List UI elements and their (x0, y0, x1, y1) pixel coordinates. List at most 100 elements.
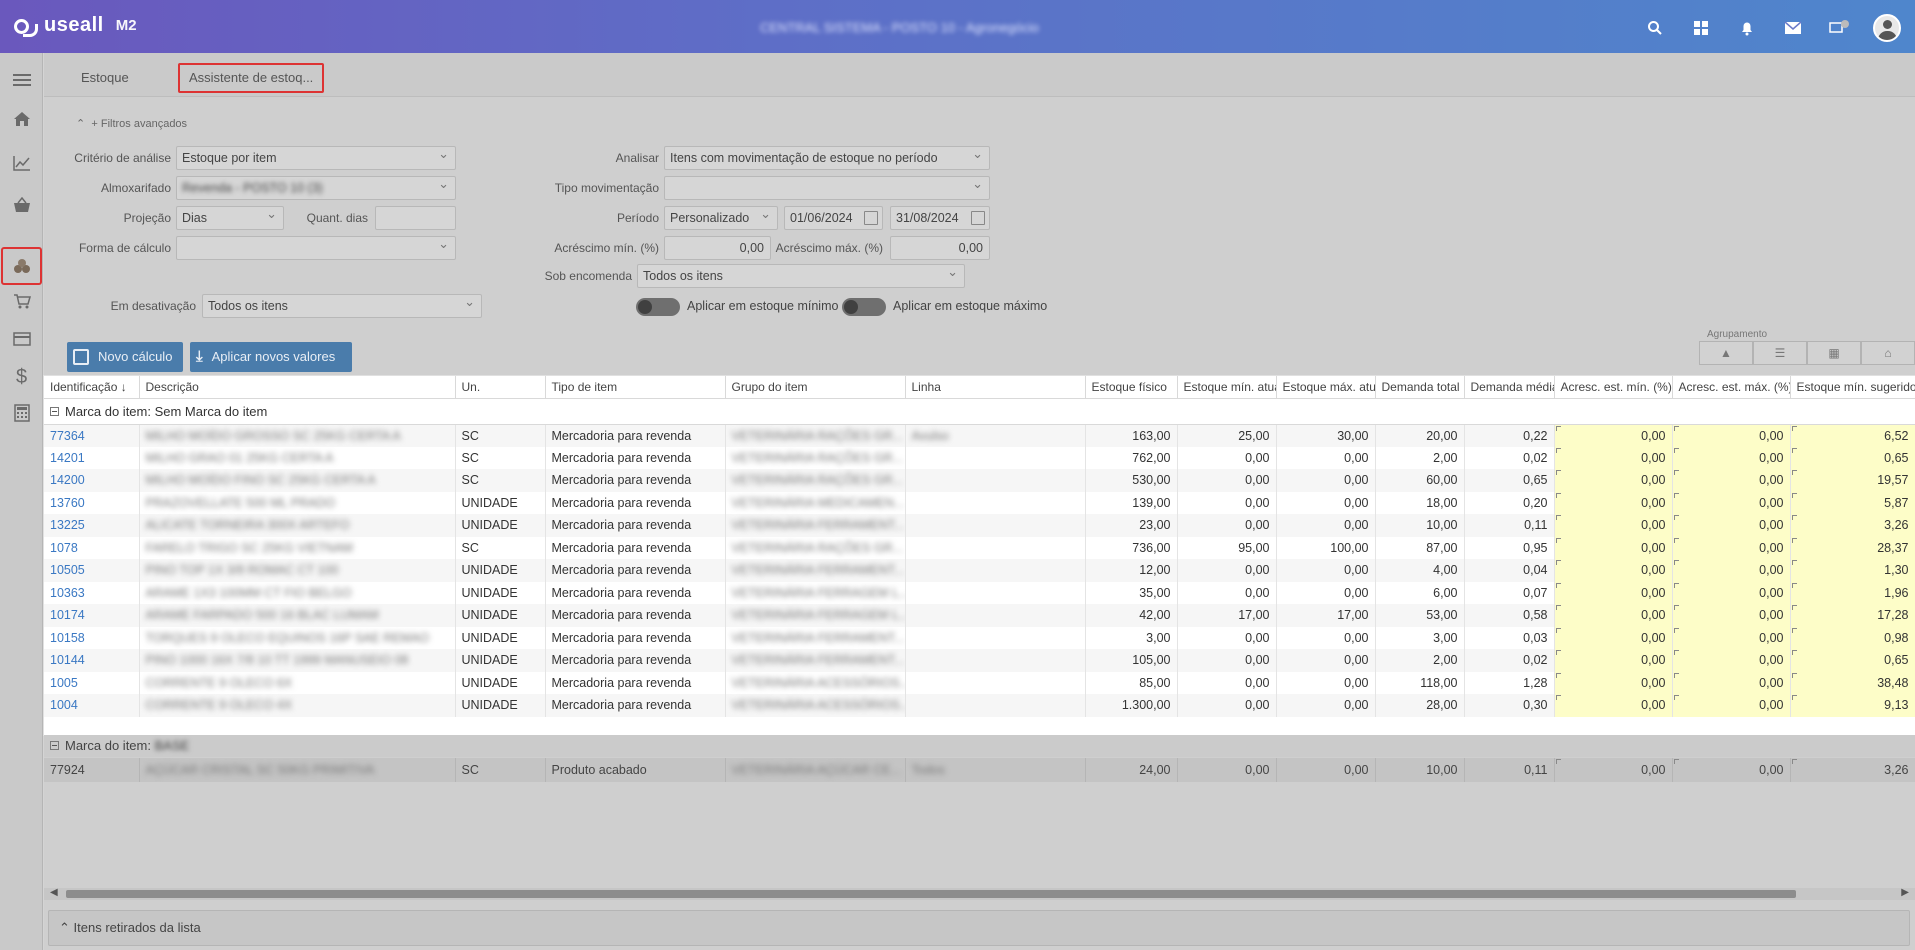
scrollbar-thumb[interactable] (66, 890, 1796, 898)
cell-identificacao[interactable]: 13225 (44, 514, 140, 537)
table-row[interactable]: 1005 CORRENTE 9 OLECO 6X UNIDADE Mercadoria… (44, 671, 1915, 694)
chart-icon[interactable] (0, 144, 43, 182)
cell-identificacao[interactable]: 10144 (44, 649, 140, 672)
scroll-right-icon[interactable]: ▶ (1901, 887, 1909, 898)
novo-calculo-button[interactable]: Novo cálculo (67, 342, 183, 372)
table-row[interactable]: 10158 TORQUES 9 OLECO EQUINOS 16P SAE REM… (44, 626, 1915, 649)
group-row-2[interactable]: Marca do item: BASE (44, 735, 1915, 757)
dollar-icon[interactable]: $ (0, 358, 43, 396)
table-row[interactable]: 14201 MILHO GRAO 01 25KG CERTA A SC Mercado… (44, 446, 1915, 469)
cell-identificacao[interactable]: 14201 (44, 446, 140, 469)
table-row[interactable]: 10363 ARAME 1X3 100MM CT FIO BELGO UNIDADE… (44, 581, 1915, 604)
menu-icon[interactable] (0, 61, 43, 99)
group-row[interactable]: Marca do item: Sem Marca do item (44, 398, 1915, 425)
group-tree-icon[interactable]: ▲ (1699, 341, 1753, 365)
cell-acresc-max[interactable]: 0,00 (1672, 424, 1791, 447)
stock-icon[interactable] (1, 247, 42, 285)
data-fim-input[interactable]: 31/08/2024 (890, 206, 990, 230)
col-descricao[interactable]: Descrição (139, 376, 456, 399)
table-row[interactable]: 10144 PINO 1000 16X 7/8 10 TT 1999 MANUSE… (44, 649, 1915, 672)
cell-acresc-min[interactable]: 0,00 (1554, 559, 1673, 582)
desativacao-select[interactable]: Todos os itens (202, 294, 482, 318)
table-row[interactable]: 1078 FARELO TRIGO SC 25KG VIETNAM SC Mercad… (44, 536, 1915, 559)
cell-estoque-min-sugerido[interactable]: 0,65 (1790, 446, 1915, 469)
cell-estoque-min-sugerido[interactable]: 17,28 (1790, 604, 1915, 627)
cell-identificacao[interactable]: 10363 (44, 581, 140, 604)
cell-acresc-max[interactable]: 0,00 (1672, 559, 1791, 582)
home-icon[interactable] (0, 100, 43, 138)
cell-estoque-min-sugerido[interactable]: 0,65 (1790, 649, 1915, 672)
tab-assistente-estoque[interactable]: Assistente de estoq... (178, 63, 325, 93)
cell-acresc-min[interactable]: 0,00 (1554, 446, 1673, 469)
cell-identificacao[interactable]: 10505 (44, 559, 140, 582)
forma-calculo-select[interactable] (176, 236, 456, 260)
col-tipo-item[interactable]: Tipo de item (545, 376, 726, 399)
cell-identificacao[interactable]: 77924 (44, 758, 140, 782)
table-row[interactable]: 13225 ALICATE TORNEIRA 300X ARTEFO UNIDADE… (44, 514, 1915, 537)
collapse-icon[interactable] (50, 406, 59, 416)
cell-identificacao[interactable]: 14200 (44, 469, 140, 492)
search-icon[interactable] (1643, 16, 1667, 40)
group-grid-icon[interactable]: ▦ (1807, 341, 1861, 365)
cell-acresc-max[interactable]: 0,00 (1672, 491, 1791, 514)
table-row[interactable]: 10174 ARAME FARPADO 500 16 BLAC LUMAM UNID… (44, 604, 1915, 627)
cell-identificacao[interactable]: 1078 (44, 536, 140, 559)
table-row[interactable]: 77364 MILHO MOÍDO GROSSO SC 25KG CERTA AS… (44, 424, 1915, 447)
cell-acresc-min[interactable]: 0,00 (1554, 469, 1673, 492)
cell-identificacao[interactable]: 1004 (44, 694, 140, 717)
col-estoque-min-atual[interactable]: Estoque mín. atual (1177, 376, 1277, 399)
cell-estoque-min-sugerido[interactable]: 6,52 (1790, 424, 1915, 447)
group-sort-icon[interactable]: ☰ (1753, 341, 1807, 365)
itens-retirados-panel[interactable]: ⌃ Itens retirados da lista (48, 910, 1910, 946)
cell-estoque-min-sugerido[interactable]: 19,57 (1790, 469, 1915, 492)
cell-acresc-min[interactable]: 0,00 (1554, 649, 1673, 672)
table-row[interactable]: 13760 PRAZOVELLATE 500 ML PRADO UNIDADE Mer… (44, 491, 1915, 514)
user-avatar[interactable] (1873, 14, 1901, 42)
cart-icon[interactable] (0, 282, 43, 320)
cell-acresc-min[interactable]: 0,00 (1554, 694, 1673, 717)
cell-acresc-max[interactable]: 0,00 (1672, 694, 1791, 717)
col-linha[interactable]: Linha (905, 376, 1086, 399)
acrescimo-min-input[interactable]: 0,00 (664, 236, 771, 260)
collapse-icon[interactable] (50, 741, 59, 750)
tab-estoque[interactable]: Estoque (72, 63, 138, 93)
cell-acresc-max[interactable]: 0,00 (1672, 514, 1791, 537)
table-row[interactable]: 77924 AÇÚCAR CRISTAL SC 50KG PRIMITIVA SC P… (44, 758, 1915, 782)
sob-encomenda-select[interactable]: Todos os itens (637, 264, 965, 288)
table-row[interactable]: 10505 PINO TOP 1X 3/8 ROMAC CT 100 UNIDADE… (44, 559, 1915, 582)
cell-identificacao[interactable]: 13760 (44, 491, 140, 514)
cell-acresc-max[interactable]: 0,00 (1672, 626, 1791, 649)
estoque-minimo-toggle[interactable] (636, 298, 680, 316)
calendar-icon[interactable] (864, 211, 878, 225)
app-logo[interactable]: useall M2 (12, 14, 137, 37)
cell-acresc-max[interactable]: 0,00 (1672, 469, 1791, 492)
col-acresc-max[interactable]: Acresc. est. máx. (%) (1672, 376, 1791, 399)
data-inicio-input[interactable]: 01/06/2024 (784, 206, 883, 230)
group-store-icon[interactable]: ⌂ (1861, 341, 1915, 365)
acrescimo-max-input[interactable]: 0,00 (890, 236, 990, 260)
card-icon[interactable] (0, 320, 43, 358)
col-grupo-item[interactable]: Grupo do item (725, 376, 906, 399)
almoxarifado-select[interactable]: Revenda - POSTO 10 (3) (176, 176, 456, 200)
analisar-select[interactable]: Itens com movimentação de estoque no per… (664, 146, 990, 170)
table-row[interactable]: 14200 MILHO MOÍDO FINO SC 25KG CERTA A SC M… (44, 469, 1915, 492)
cell-acresc-max[interactable]: 0,00 (1672, 604, 1791, 627)
cell-acresc-max[interactable]: 0,00 (1672, 581, 1791, 604)
cell-acresc-max[interactable]: 0,00 (1672, 536, 1791, 559)
cell-estoque-min-sugerido[interactable]: 5,87 (1790, 491, 1915, 514)
cell-estoque-min-sugerido[interactable]: 9,13 (1790, 694, 1915, 717)
cell-acresc-min[interactable]: 0,00 (1554, 671, 1673, 694)
horizontal-scrollbar[interactable]: ◀ ▶ (44, 887, 1915, 900)
cell-acresc-max[interactable]: 0,00 (1672, 671, 1791, 694)
scroll-left-icon[interactable]: ◀ (50, 887, 58, 898)
cell-identificacao[interactable]: 10174 (44, 604, 140, 627)
cell-identificacao[interactable]: 10158 (44, 626, 140, 649)
cell-estoque-min-sugerido[interactable]: 28,37 (1790, 536, 1915, 559)
calculator-icon[interactable] (0, 394, 43, 432)
apps-icon[interactable] (1689, 16, 1713, 40)
cell-acresc-min[interactable]: 0,00 (1554, 581, 1673, 604)
advanced-filters-toggle[interactable]: ⌃ + Filtros avançados (76, 117, 187, 130)
cell-acresc-min[interactable]: 0,00 (1554, 604, 1673, 627)
tipo-movimentacao-select[interactable] (664, 176, 990, 200)
criterio-select[interactable]: Estoque por item (176, 146, 456, 170)
